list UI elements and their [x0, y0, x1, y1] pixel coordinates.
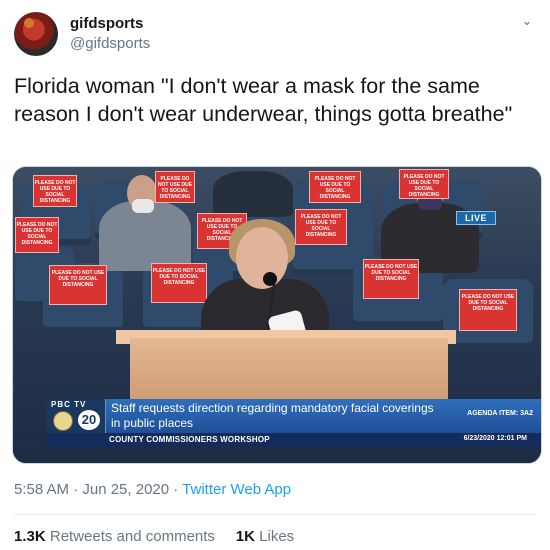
- source-app-link[interactable]: Twitter Web App: [182, 481, 291, 498]
- seat-sign: PLEASE DO NOT USE DUE TO SOCIAL DISTANCI…: [363, 259, 419, 299]
- likes-count: 1K: [235, 528, 255, 545]
- seat-sign: PLEASE DO NOT USE DUE TO SOCIAL DISTANCI…: [155, 171, 195, 203]
- divider: [14, 514, 536, 515]
- retweets-count: 1.3K: [14, 528, 46, 545]
- workshop-label: COUNTY COMMISSIONERS WORKSHOP: [109, 435, 270, 444]
- retweets-stat[interactable]: 1.3K Retweets and comments: [14, 528, 215, 545]
- tweet-header: gifdsports @gifdsports ⌄: [14, 12, 536, 58]
- avatar[interactable]: [14, 12, 58, 56]
- seat-sign: PLEASE DO NOT USE DUE TO SOCIAL DISTANCI…: [15, 217, 59, 253]
- lower-third-main: PBC TV 20 Staff requests direction regar…: [47, 399, 541, 433]
- channel-logo: PBC TV 20: [47, 399, 106, 433]
- audience-member: [213, 171, 293, 217]
- seat-sign: PLEASE DO NOT USE DUE TO SOCIAL DISTANCI…: [295, 209, 347, 245]
- channel-number: 20: [78, 410, 100, 430]
- likes-stat[interactable]: 1K Likes: [236, 528, 294, 545]
- tweet-stats: 1.3K Retweets and comments 1K Likes: [14, 528, 294, 545]
- seat-sign: PLEASE DO NOT USE DUE TO SOCIAL DISTANCI…: [49, 265, 107, 305]
- seat-sign: PLEASE DO NOT USE DUE TO SOCIAL DISTANCI…: [151, 263, 207, 303]
- microphone-icon: [263, 272, 277, 286]
- tweet-text: Florida woman "I don't wear a mask for t…: [14, 74, 513, 126]
- user-handle[interactable]: @gifdsports: [70, 35, 150, 52]
- seat-sign: PLEASE DO NOT USE DUE TO SOCIAL DISTANCI…: [309, 171, 361, 203]
- lower-third-sub: COUNTY COMMISSIONERS WORKSHOP 6/23/2020 …: [47, 433, 541, 447]
- face-mask: [132, 199, 154, 213]
- chevron-down-icon[interactable]: ⌄: [520, 14, 534, 28]
- tweet-meta: 5:58 AM · Jun 25, 2020 · Twitter Web App: [14, 481, 291, 498]
- tweet-timestamp[interactable]: 5:58 AM · Jun 25, 2020 ·: [14, 481, 182, 498]
- seat-sign: PLEASE DO NOT USE DUE TO SOCIAL DISTANCI…: [33, 175, 77, 207]
- agenda-item: AGENDA ITEM: 3A2: [467, 410, 533, 417]
- video-media[interactable]: PLEASE DO NOT USE DUE TO SOCIAL DISTANCI…: [12, 166, 542, 464]
- channel-logo-text: PBC TV: [51, 400, 87, 409]
- county-seal-icon: [53, 411, 73, 431]
- seat-sign: PLEASE DO NOT USE DUE TO SOCIAL DISTANCI…: [459, 289, 517, 331]
- lower-third: PBC TV 20 Staff requests direction regar…: [47, 399, 541, 455]
- display-name[interactable]: gifdsports: [70, 15, 143, 32]
- broadcast-datetime: 6/23/2020 12:01 PM: [463, 435, 527, 442]
- retweets-label: Retweets and comments: [49, 528, 215, 545]
- speaker-head: [236, 227, 288, 289]
- live-badge: LIVE: [456, 211, 496, 225]
- caption-text: Staff requests direction regarding manda…: [111, 401, 434, 430]
- likes-label: Likes: [259, 528, 295, 545]
- seat-sign: PLEASE DO NOT USE DUE TO SOCIAL DISTANCI…: [399, 169, 449, 199]
- basketball-icon: [24, 18, 34, 28]
